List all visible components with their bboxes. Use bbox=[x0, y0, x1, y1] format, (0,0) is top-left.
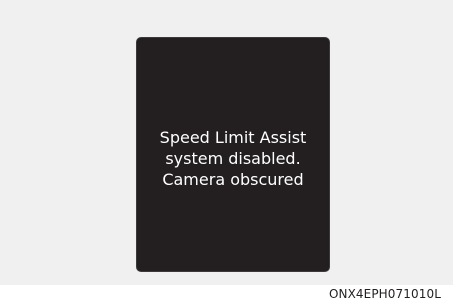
cluster-display-screen: Speed Limit Assist system disabled. Came… bbox=[136, 37, 330, 272]
warning-message-line-1: Speed Limit Assist bbox=[159, 128, 307, 147]
warning-message: Speed Limit Assist system disabled. Came… bbox=[160, 127, 307, 190]
warning-message-line-3: Camera obscured bbox=[162, 170, 304, 189]
warning-message-line-2: system disabled. bbox=[165, 149, 301, 168]
figure-reference-code: ONX4EPH071010L bbox=[328, 287, 441, 301]
illustration-background: Speed Limit Assist system disabled. Came… bbox=[0, 0, 453, 285]
